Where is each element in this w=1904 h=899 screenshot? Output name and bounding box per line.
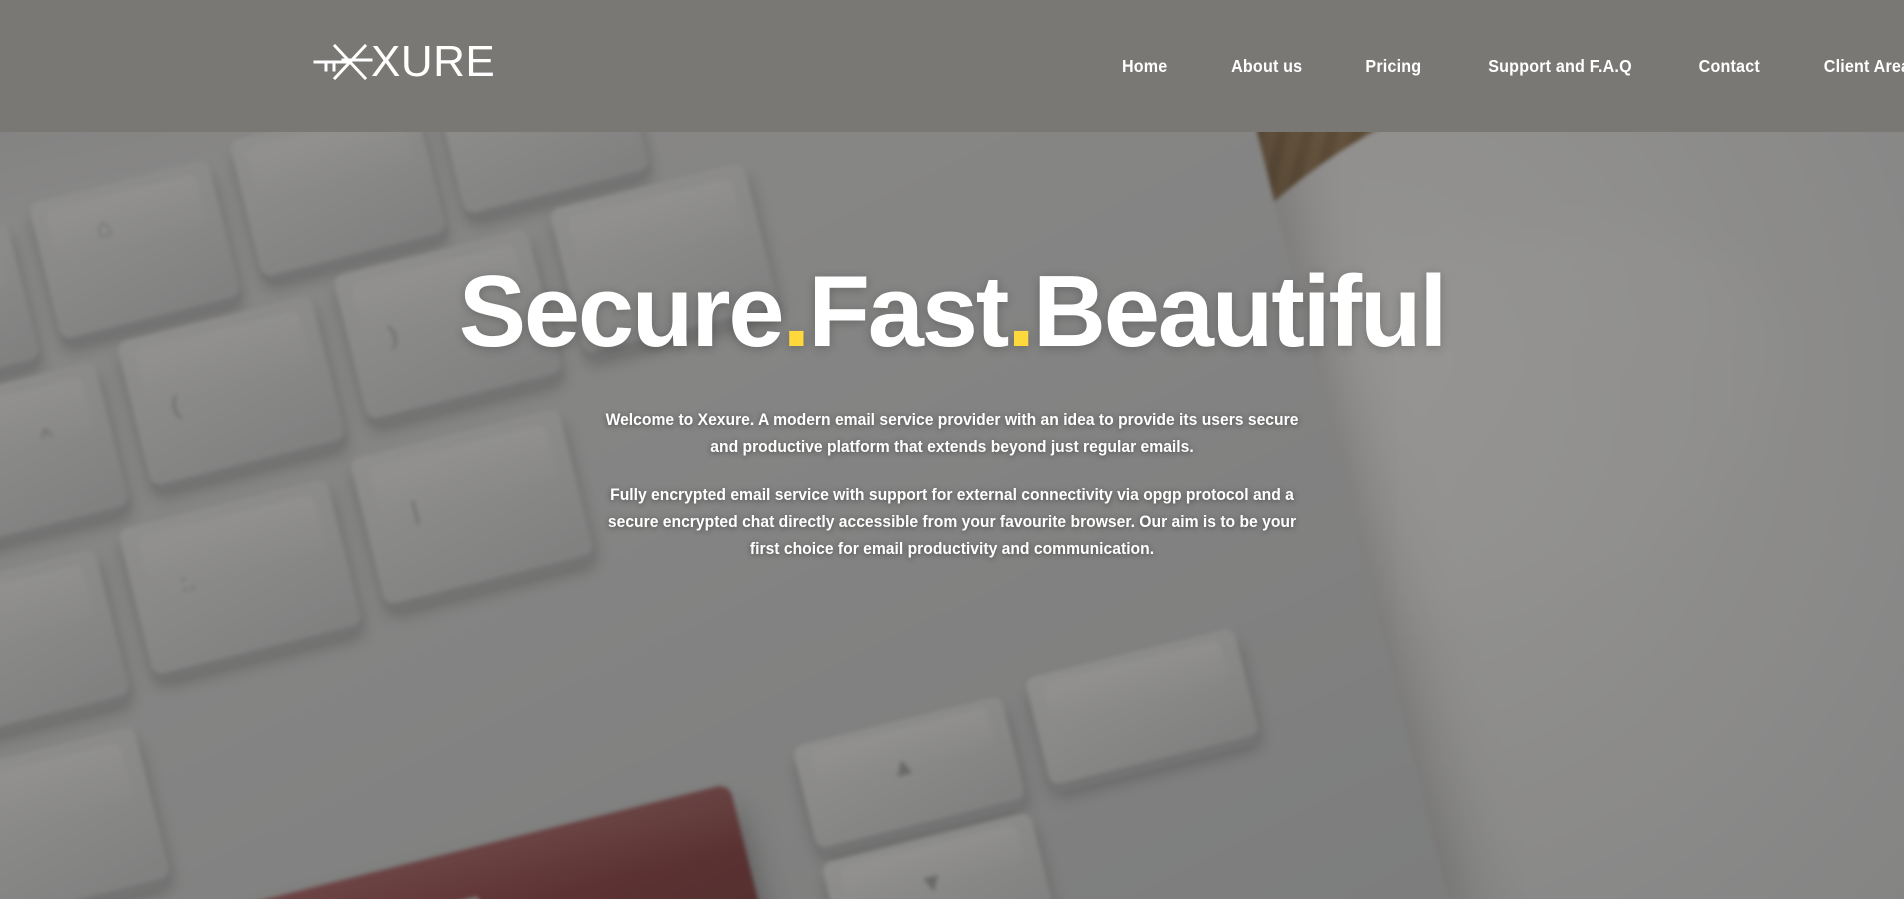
nav-item-about-us[interactable]: About us xyxy=(1204,56,1329,77)
xexure-key-x-icon xyxy=(313,43,373,81)
brand-logo[interactable]: XURE xyxy=(313,38,495,86)
nav-item-support-and-faq[interactable]: Support and F.A.Q xyxy=(1461,56,1658,77)
headline-separator-1: . xyxy=(782,256,810,368)
hero-headline: Secure.Fast.Beautiful xyxy=(0,262,1904,363)
nav-item-home[interactable]: Home xyxy=(1096,56,1195,77)
brand-wordmark: XURE xyxy=(371,37,496,86)
headline-word-fast: Fast xyxy=(808,256,1009,368)
hero-copy: Secure.Fast.Beautiful Welcome to Xexure.… xyxy=(0,262,1904,563)
hero-paragraph-2: Fully encrypted email service with suppo… xyxy=(607,486,1297,558)
nav-item-contact[interactable]: Contact xyxy=(1672,56,1787,77)
hero-paragraph-1: Welcome to Xexure. A modern email servic… xyxy=(605,411,1299,456)
headline-word-secure: Secure xyxy=(458,256,785,368)
headline-word-beautiful: Beautiful xyxy=(1033,256,1447,368)
hero-section: !§ ⌂ o ⌐^ ( ) U :. | § xyxy=(0,0,1904,899)
main-navigation: Home About us Pricing Support and F.A.Q … xyxy=(1091,56,1904,77)
nav-item-client-area[interactable]: Client Area xyxy=(1797,56,1904,77)
headline-separator-2: . xyxy=(1007,256,1035,368)
nav-item-pricing[interactable]: Pricing xyxy=(1339,56,1448,77)
site-header: XURE Home About us Pricing Support and F… xyxy=(0,0,1904,132)
